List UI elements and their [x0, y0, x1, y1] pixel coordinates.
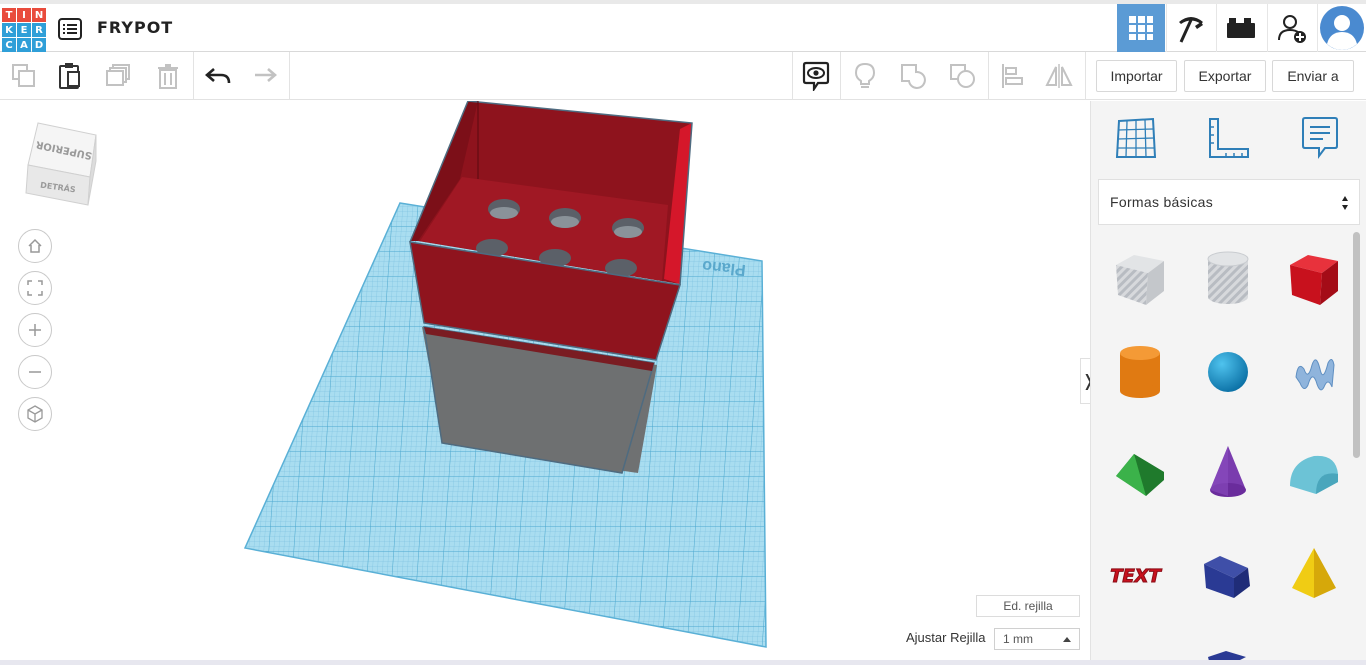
perspective-icon[interactable] [18, 397, 52, 431]
shape-library-label: Formas básicas [1110, 194, 1214, 210]
delete-icon[interactable] [146, 52, 190, 100]
snap-grid-value: 1 mm [1003, 632, 1033, 646]
add-user-icon[interactable] [1267, 4, 1315, 52]
grid-panel-icon[interactable] [1113, 115, 1159, 161]
group-icon[interactable] [892, 52, 936, 100]
red-container-box[interactable] [409, 101, 693, 361]
list-icon[interactable] [58, 18, 82, 40]
top-header: TIN KER CAD FRYPOT [0, 0, 1366, 52]
scribble-shape[interactable] [1283, 341, 1345, 403]
paste-icon[interactable] [48, 52, 92, 100]
box-hole-shape[interactable] [1109, 247, 1171, 309]
snap-grid-select[interactable]: 1 mm [994, 628, 1080, 650]
home-view-icon[interactable] [18, 229, 52, 263]
bricks-icon[interactable] [1216, 4, 1264, 52]
bottom-status-strip [0, 660, 1366, 665]
cone-shape[interactable] [1197, 441, 1259, 503]
logo-letter: E [17, 23, 31, 37]
snap-grid-label: Ajustar Rejilla [906, 630, 986, 645]
shapes-panel: Formas básicas TEXT [1090, 101, 1366, 665]
logo-letter: T [2, 8, 16, 22]
round-roof-shape[interactable] [1283, 441, 1345, 503]
notes-visibility-icon[interactable] [794, 52, 838, 100]
edit-grid-button[interactable]: Ed. rejilla [976, 595, 1080, 617]
logo-letter: N [32, 8, 46, 22]
notes-icon[interactable] [1297, 115, 1343, 161]
edit-toolbar: Importar Exportar Enviar a [0, 52, 1366, 100]
copy-icon[interactable] [2, 52, 46, 100]
redo-icon[interactable] [242, 52, 286, 100]
duplicate-icon[interactable] [97, 52, 141, 100]
text-shape[interactable]: TEXT [1109, 543, 1171, 605]
roof-shape[interactable] [1109, 441, 1171, 503]
sphere-shape[interactable] [1197, 341, 1259, 403]
ungroup-icon[interactable] [941, 52, 985, 100]
logo-letter: I [17, 8, 31, 22]
box-shape[interactable] [1283, 247, 1345, 309]
grid-view-icon[interactable] [1117, 4, 1165, 52]
wedge-shape[interactable] [1197, 543, 1259, 605]
text-shape-label: TEXT [1110, 566, 1163, 587]
send-to-button[interactable]: Enviar a [1272, 60, 1354, 92]
zoom-out-icon[interactable] [18, 355, 52, 389]
tinkercad-logo[interactable]: TIN KER CAD [2, 8, 46, 52]
pyramid-shape[interactable] [1283, 543, 1345, 605]
logo-letter: K [2, 23, 16, 37]
pickaxe-icon[interactable] [1166, 4, 1214, 52]
cylinder-shape[interactable] [1109, 341, 1171, 403]
mirror-icon[interactable] [1037, 52, 1081, 100]
cylinder-hole-shape[interactable] [1197, 247, 1259, 309]
view-cube[interactable]: SUPERIOR DETRÁS [20, 115, 104, 207]
3d-viewport[interactable]: Plano SUPERIOR DETRÁS Ed. rejilla Ajusta… [0, 101, 1090, 665]
export-button[interactable]: Exportar [1184, 60, 1266, 92]
zoom-in-icon[interactable] [18, 313, 52, 347]
panel-scrollbar[interactable] [1353, 232, 1360, 458]
logo-letter: D [32, 38, 46, 52]
undo-icon[interactable] [196, 52, 240, 100]
avatar-icon[interactable] [1317, 4, 1366, 52]
shape-library-select[interactable]: Formas básicas [1098, 179, 1360, 225]
logo-letter: C [2, 38, 16, 52]
import-button[interactable]: Importar [1096, 60, 1177, 92]
logo-letter: R [32, 23, 46, 37]
design-title[interactable]: FRYPOT [97, 18, 173, 37]
caret-up-icon [1063, 637, 1071, 642]
fit-view-icon[interactable] [18, 271, 52, 305]
logo-letter: A [17, 38, 31, 52]
light-bulb-icon[interactable] [843, 52, 887, 100]
updown-arrows-icon [1342, 196, 1348, 210]
ruler-icon[interactable] [1205, 115, 1251, 161]
scene-canvas[interactable]: Plano [0, 101, 1090, 665]
align-icon[interactable] [990, 52, 1034, 100]
